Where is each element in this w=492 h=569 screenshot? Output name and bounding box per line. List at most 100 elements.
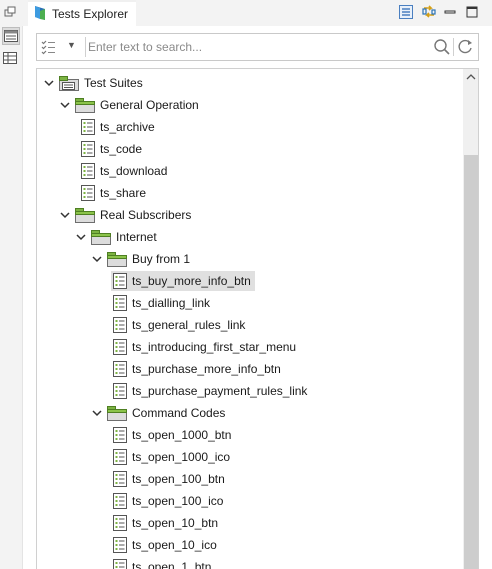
test-suite-icon [81,141,95,157]
tree-item-label: ts_purchase_payment_rules_link [132,384,308,398]
tree-item-content: Command Codes [105,404,229,423]
tree-item-suite[interactable]: ts_dialling_link [37,292,457,314]
tab-tests-explorer[interactable]: Tests Explorer [28,0,137,26]
tree-item-content: ts_share [79,183,150,203]
maximize-icon[interactable] [463,3,481,21]
tree-item-label: ts_open_10_ico [132,538,217,552]
tree-item-content: ts_open_1000_btn [111,425,235,445]
folder-open-icon [75,207,95,223]
tree-item-label: General Operation [100,98,199,112]
collapse-all-icon[interactable] [397,3,415,21]
folder-open-icon [75,97,95,113]
tree-item-content: General Operation [73,96,203,115]
scroll-up-icon[interactable] [463,69,478,85]
tree-item-content: Internet [89,228,161,247]
tree-item-suite[interactable]: ts_general_rules_link [37,314,457,336]
chevron-down-icon[interactable] [91,253,103,265]
tab-label: Tests Explorer [52,7,129,21]
divider [453,38,454,56]
tree-item-suite[interactable]: ts_archive [37,116,457,138]
tree-item-label: ts_open_100_btn [132,472,225,486]
test-suite-icon [113,471,127,487]
tree-item-label: ts_buy_more_info_btn [132,274,251,288]
chevron-down-icon[interactable]: ▼ [67,40,76,50]
tests-tree: Test Suites General Operation ts_archivets… [36,68,479,569]
filter-list-icon[interactable] [41,39,59,55]
tree-item-content: ts_purchase_payment_rules_link [111,381,311,401]
tree-item-suite[interactable]: ts_open_100_ico [37,490,457,512]
vertical-scrollbar[interactable] [463,69,478,569]
tree-item-suite[interactable]: ts_share [37,182,457,204]
tree-item-label: Buy from 1 [132,252,191,266]
tree-item-content: ts_open_1_btn [111,557,215,569]
chevron-down-icon[interactable] [91,407,103,419]
folder-open-icon [107,405,127,421]
tree-item-label: ts_open_100_ico [132,494,224,508]
chevron-down-icon[interactable] [59,99,71,111]
tree-item-content: ts_general_rules_link [111,315,249,335]
view-tab-bar: Tests Explorer [22,0,492,26]
search-input[interactable] [88,37,428,57]
link-with-editor-icon[interactable] [420,3,438,21]
tree-item-content: ts_dialling_link [111,293,214,313]
tree-item-suite[interactable]: ts_open_10_btn [37,512,457,534]
tree-item-suite[interactable]: ts_code [37,138,457,160]
scrollbar-thumb[interactable] [464,155,478,569]
tree-item-content: ts_open_10_ico [111,535,221,555]
refresh-search-icon[interactable] [456,38,474,56]
tree-item-suite[interactable]: ts_open_1000_btn [37,424,457,446]
divider [85,37,86,57]
tree-item-folder[interactable]: Command Codes [37,402,457,424]
tree-item-label: Real Subscribers [100,208,192,222]
left-side-strip [0,0,23,569]
chevron-down-icon[interactable] [43,77,55,89]
tree-item-content: ts_code [79,139,146,159]
tree-item-label: ts_open_10_btn [132,516,219,530]
tree-item-content: ts_open_10_btn [111,513,222,533]
tree-item-suite[interactable]: ts_download [37,160,457,182]
tree-item-content: ts_open_100_btn [111,469,229,489]
tree-item-suite[interactable]: ts_buy_more_info_btn [37,270,457,292]
tree-item-suite[interactable]: ts_introducing_first_star_menu [37,336,457,358]
test-suite-icon [113,559,127,569]
test-suite-icon [113,317,127,333]
test-suite-icon [81,185,95,201]
tree-item-folder[interactable]: General Operation [37,94,457,116]
tree-item-root[interactable]: Test Suites [37,72,457,94]
tree-item-label: ts_archive [100,120,155,134]
test-suite-icon [113,537,127,553]
restore-icon[interactable] [2,4,18,20]
folder-open-icon [91,229,111,245]
tree-item-suite[interactable]: ts_open_10_ico [37,534,457,556]
tree-item-suite[interactable]: ts_open_1000_ico [37,446,457,468]
chevron-down-icon[interactable] [59,209,71,221]
tree-item-folder[interactable]: Buy from 1 [37,248,457,270]
tree-item-label: ts_general_rules_link [132,318,246,332]
test-suite-icon [113,361,127,377]
search-icon[interactable] [433,38,451,56]
minimize-icon[interactable] [441,3,459,21]
tree-item-content: ts_download [79,161,171,181]
tree-item-folder[interactable]: Internet [37,226,457,248]
test-suite-icon [113,449,127,465]
tree-item-content: Test Suites [57,74,147,93]
test-suite-icon [113,493,127,509]
suite-view-icon[interactable] [2,27,20,45]
tree-item-label: Internet [116,230,157,244]
tree-item-label: ts_open_1_btn [132,560,212,569]
tree-item-content: ts_open_1000_ico [111,447,234,467]
test-suite-icon [81,163,95,179]
tree-item-suite[interactable]: ts_open_1_btn [37,556,457,569]
tree-item-suite[interactable]: ts_purchase_more_info_btn [37,358,457,380]
tree-item-content: ts_introducing_first_star_menu [111,337,300,357]
tree-item-label: ts_purchase_more_info_btn [132,362,281,376]
tree-item-folder[interactable]: Real Subscribers [37,204,457,226]
tests-explorer-icon [34,5,46,24]
table-view-icon[interactable] [2,50,18,66]
tree-item-label: ts_download [100,164,168,178]
tree-item-suite[interactable]: ts_open_100_btn [37,468,457,490]
chevron-down-icon[interactable] [75,231,87,243]
tree-item-label: Test Suites [84,76,143,90]
tree-item-suite[interactable]: ts_purchase_payment_rules_link [37,380,457,402]
tree-item-label: ts_open_1000_btn [132,428,232,442]
